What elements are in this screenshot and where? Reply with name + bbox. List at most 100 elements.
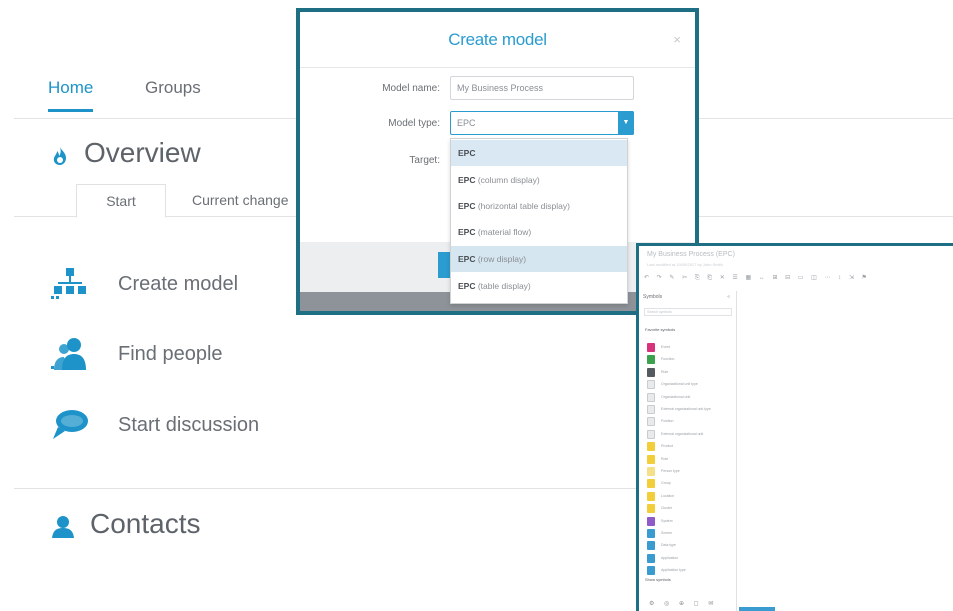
dropdown-option[interactable]: EPC (column display)	[451, 167, 627, 193]
dropdown-option[interactable]: EPC	[451, 140, 627, 166]
option-variant: (table display)	[475, 281, 531, 291]
symbol-item[interactable]: Person type	[647, 467, 737, 477]
editor-subtitle: Last modified at 10/05/2017 by John Smit…	[647, 262, 723, 267]
option-type: EPC	[458, 148, 476, 158]
symbol-label: Person type	[661, 469, 680, 473]
symbol-item[interactable]: External organizational unit type	[647, 405, 737, 415]
symbol-label: External organizational unit	[661, 431, 704, 436]
option-type: EPC	[458, 201, 476, 211]
chevron-down-icon[interactable]: ▼	[618, 111, 634, 135]
overview-title: Overview	[84, 137, 201, 168]
option-type: EPC	[458, 175, 476, 185]
screenshot-stage: Home Groups Overview Start Current chang…	[0, 0, 953, 611]
contacts-title: Contacts	[90, 508, 201, 539]
editor-title: My Business Process (EPC)	[647, 251, 735, 258]
dialog-header: Create model ×	[300, 12, 695, 68]
model-type-label: Model type:	[388, 118, 440, 129]
symbol-item[interactable]: Data type	[647, 541, 737, 551]
model-type-dropdown: EPC EPC (column display) EPC (horizontal…	[450, 138, 628, 304]
start-discussion-label: Start discussion	[118, 413, 260, 436]
symbol-label: Screen	[661, 531, 673, 535]
flame-icon	[49, 145, 71, 172]
symbol-item[interactable]: System	[647, 516, 737, 527]
symbol-item[interactable]: Location	[647, 491, 737, 502]
canvas-scrollbar[interactable]	[739, 607, 775, 611]
dialog-title: Create model	[448, 30, 547, 49]
symbol-item[interactable]: Rule	[647, 367, 737, 378]
symbol-label: Product	[661, 444, 674, 449]
symbol-item[interactable]: Event	[647, 343, 737, 353]
start-discussion-action[interactable]: Start discussion	[48, 403, 259, 447]
editor-toolbar[interactable]: ↶ ↷ ✎ ✂ ⎘ ⎗ ✕ ☰ ▦ ↔ ⊞ ⊟ ▭ ◫ ⋯ ↕ ⇲ ⚑ ☷ ⌗ …	[644, 274, 874, 284]
close-icon[interactable]: ×	[673, 32, 681, 47]
symbol-label: Cluster	[661, 506, 673, 511]
symbol-item[interactable]: Screen	[647, 529, 737, 539]
symbol-swatch	[647, 367, 655, 377]
editor-footer-icons[interactable]: ⚙ ◎ ⊕ ◻ ✉	[649, 600, 717, 607]
symbol-label: Organizational unit type	[661, 382, 698, 387]
symbol-group-label[interactable]: Favorite symbols	[645, 327, 675, 332]
model-type-value: EPC	[457, 118, 476, 128]
option-variant: (horizontal table display)	[475, 201, 570, 211]
create-model-label: Create model	[118, 272, 239, 295]
model-editor-window: My Business Process (EPC) Last modified …	[636, 243, 953, 611]
create-model-icon	[48, 264, 92, 304]
symbol-swatch	[647, 529, 655, 538]
dropdown-option[interactable]: EPC (horizontal table display)	[451, 193, 627, 219]
option-type: EPC	[458, 281, 476, 291]
symbol-item[interactable]: Position	[647, 417, 737, 427]
symbol-item[interactable]: External organizational unit	[647, 429, 737, 440]
symbol-label: Group	[661, 481, 671, 486]
symbol-label: Position	[661, 419, 674, 424]
symbol-item[interactable]: Cluster	[647, 504, 737, 514]
symbol-label: Role	[661, 456, 669, 461]
option-type: EPC	[458, 227, 476, 237]
symbol-swatch	[647, 467, 655, 476]
symbol-label: Function	[661, 357, 675, 362]
symbol-swatch	[647, 442, 655, 452]
tab-home[interactable]: Home	[48, 78, 94, 112]
symbol-swatch	[647, 541, 655, 551]
dropdown-option[interactable]: EPC (material flow)	[451, 219, 627, 245]
symbol-label: System	[661, 518, 673, 523]
option-variant: (row display)	[475, 254, 527, 264]
model-name-input[interactable]: My Business Process	[450, 76, 634, 100]
symbol-item[interactable]: Application	[647, 553, 737, 564]
symbol-search-input[interactable]: Search symbols	[644, 308, 732, 316]
symbol-item[interactable]: Organizational unit	[647, 392, 737, 403]
collapse-icon[interactable]: «	[727, 294, 730, 300]
option-type: EPC	[458, 254, 476, 264]
model-type-select[interactable]: EPC ▼	[450, 111, 634, 135]
target-label: Target:	[409, 155, 440, 166]
symbol-item[interactable]: Function	[647, 355, 737, 365]
dropdown-option[interactable]: EPC (table display)	[451, 273, 627, 299]
show-symbols-link[interactable]: Show symbols	[645, 577, 671, 582]
find-people-action[interactable]: Find people	[48, 332, 223, 376]
symbol-item[interactable]: Application type	[647, 566, 737, 576]
symbol-swatch	[647, 343, 655, 352]
symbol-swatch	[647, 405, 655, 414]
symbol-label: External organizational unit type	[661, 407, 711, 411]
symbol-swatch	[647, 380, 655, 390]
symbols-panel: Symbols « Search symbols Favorite symbol…	[639, 291, 737, 611]
symbol-label: Location	[661, 493, 675, 498]
subtab-start[interactable]: Start	[76, 184, 166, 218]
dropdown-option[interactable]: EPC (row display)	[451, 246, 627, 272]
symbol-swatch	[647, 454, 655, 464]
option-variant: (material flow)	[475, 227, 532, 237]
symbol-item[interactable]: Organizational unit type	[647, 380, 737, 390]
find-people-icon	[48, 334, 92, 374]
tab-groups[interactable]: Groups	[145, 78, 201, 98]
create-model-action[interactable]: Create model	[48, 262, 238, 306]
symbol-item[interactable]: Product	[647, 442, 737, 452]
symbol-label: Event	[661, 345, 670, 349]
symbol-item[interactable]: Group	[647, 479, 737, 489]
symbol-label: Application type	[661, 568, 686, 573]
symbol-swatch	[647, 429, 655, 439]
symbol-item[interactable]: Role	[647, 454, 737, 465]
find-people-label: Find people	[118, 342, 223, 365]
symbol-label: Data type	[661, 543, 676, 548]
symbols-panel-title: Symbols	[643, 294, 663, 300]
subtab-current-change[interactable]: Current change	[168, 184, 313, 218]
symbol-swatch	[647, 392, 655, 402]
